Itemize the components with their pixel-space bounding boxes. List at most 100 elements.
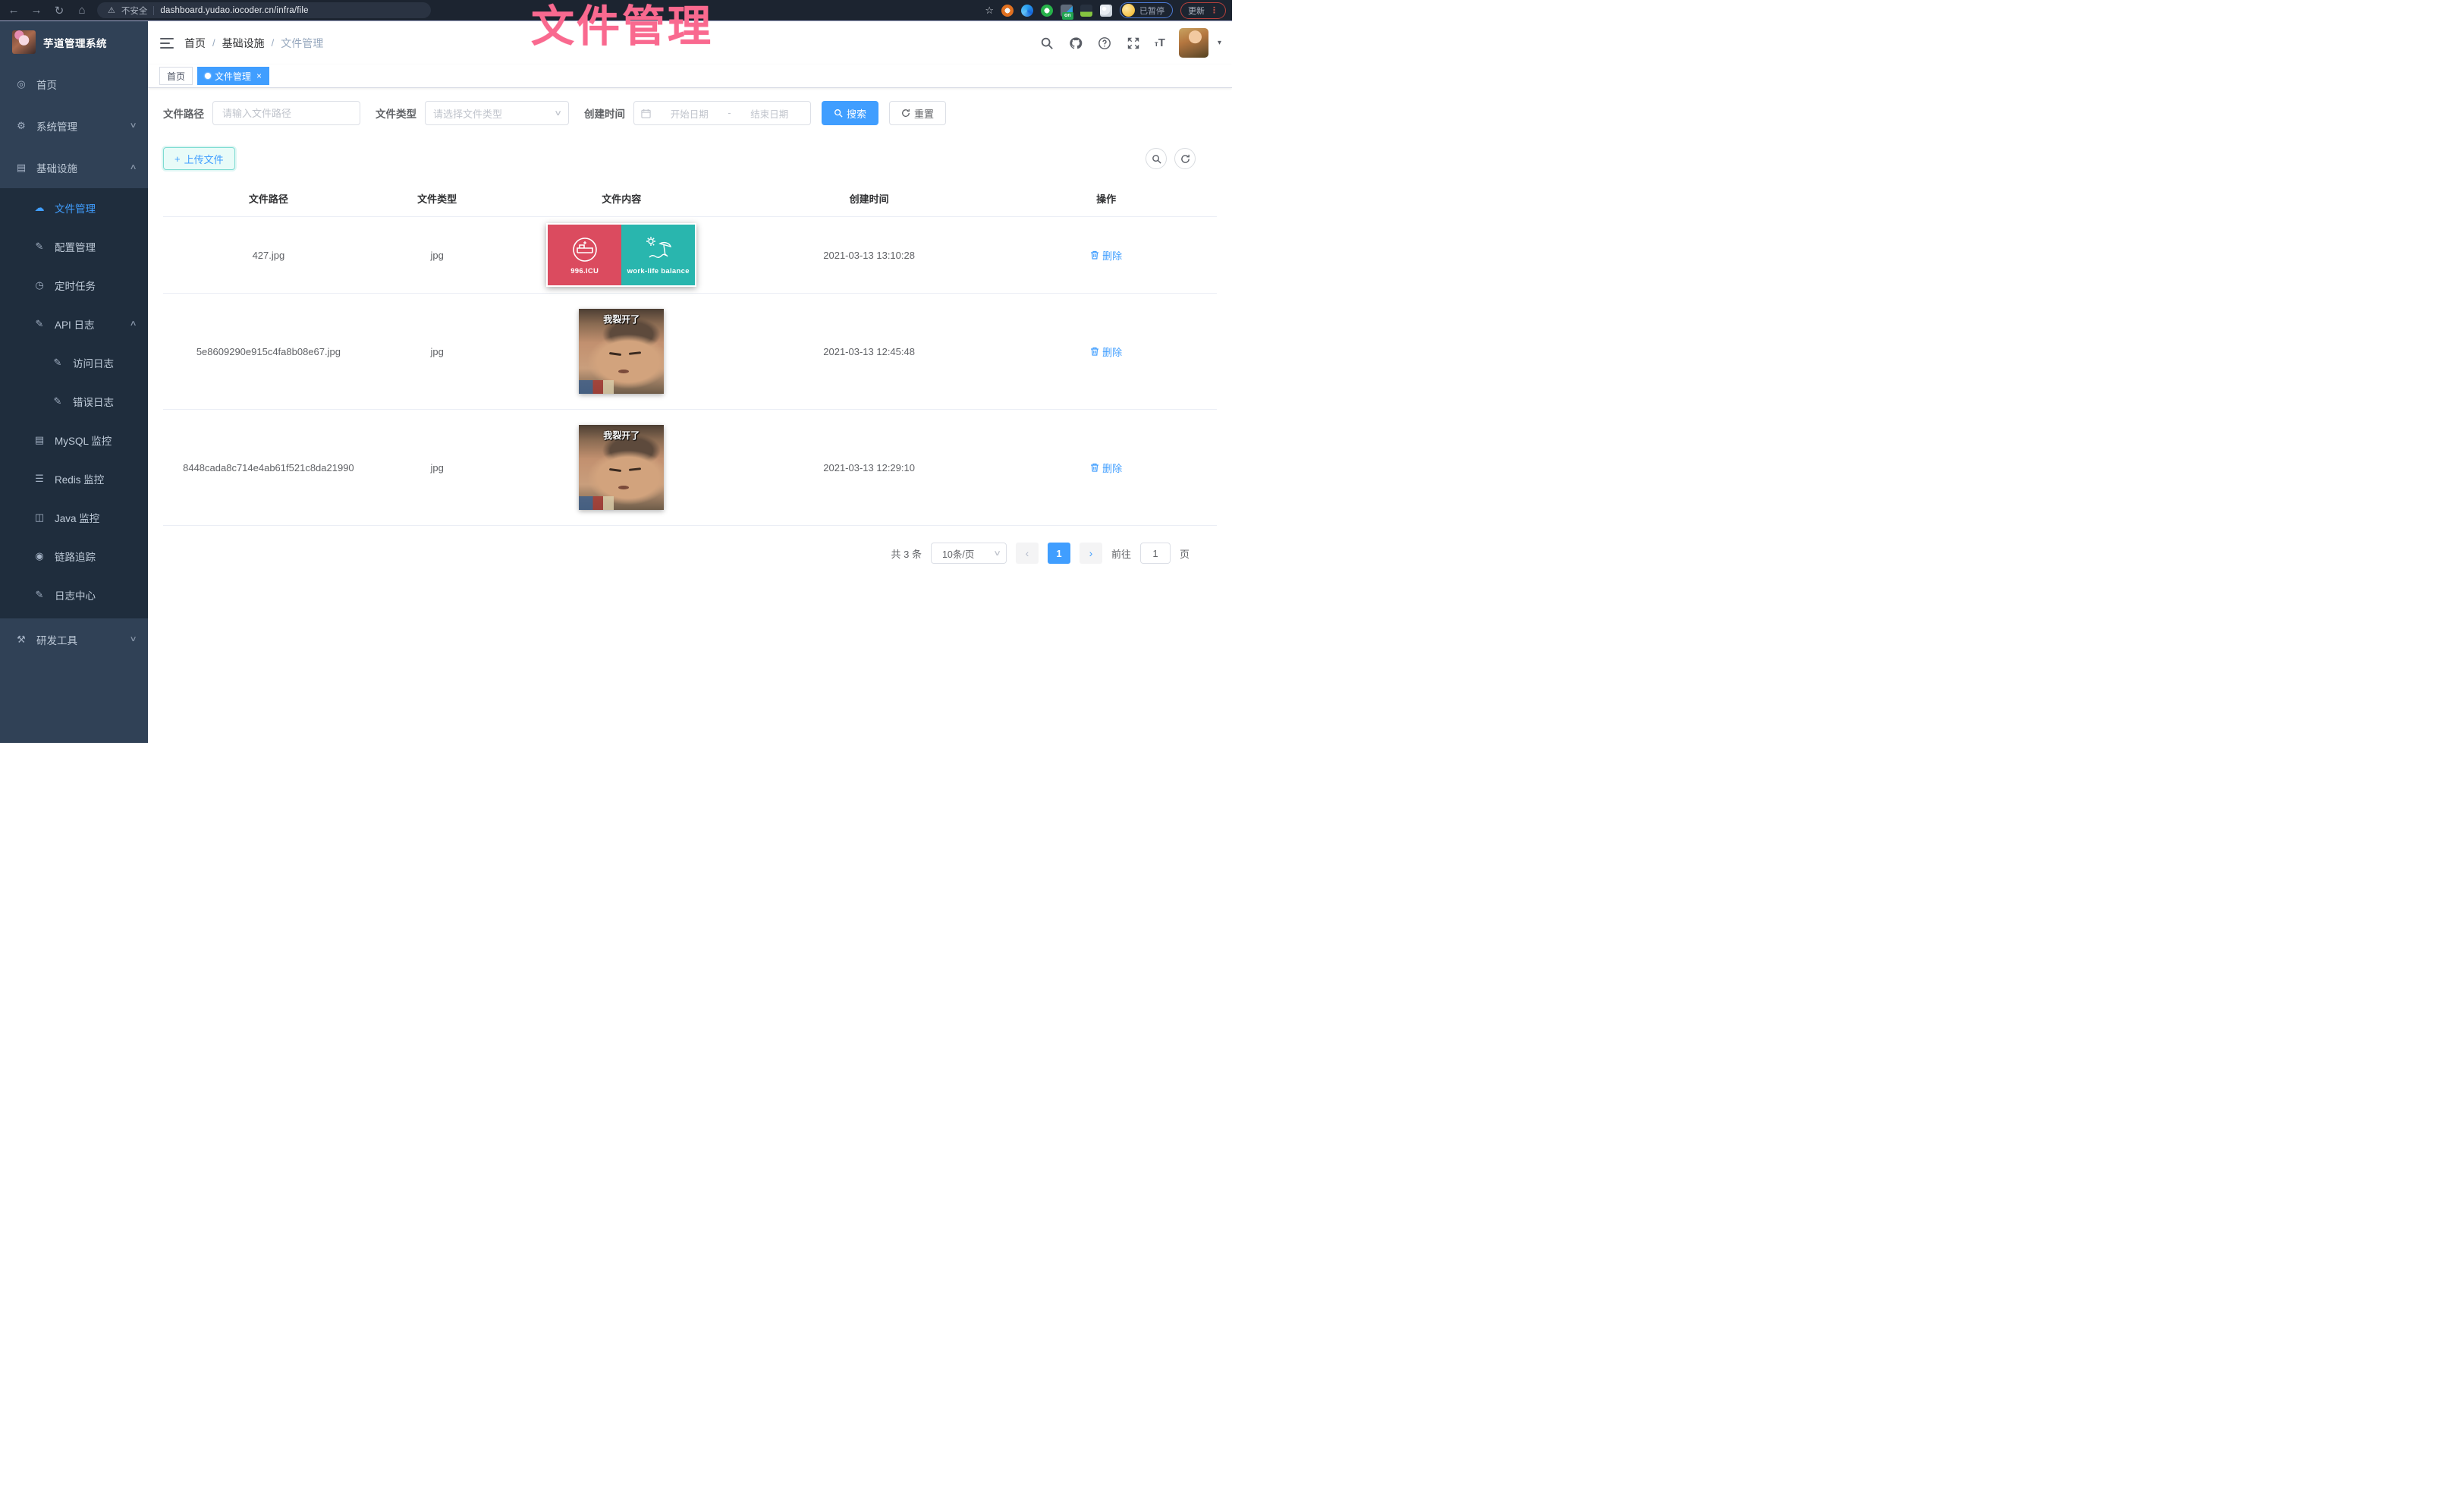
search-icon[interactable]: [1039, 36, 1054, 51]
beach-umbrella-icon: [643, 234, 674, 265]
col-create-time: 创建时间: [743, 181, 995, 216]
search-form: 文件路径 文件类型 请选择文件类型 ∨ 创建时间 开始日期 - 结束日期: [163, 101, 1217, 125]
delete-label: 删除: [1102, 461, 1122, 475]
bookmark-star-icon[interactable]: ☆: [985, 5, 994, 17]
page-suffix-label: 页: [1180, 546, 1190, 561]
breadcrumb-home[interactable]: 首页: [184, 36, 206, 51]
extension-icon-drop[interactable]: [1021, 5, 1033, 17]
sidebar-item-system-management[interactable]: ⚙ 系统管理 ∨: [0, 105, 148, 146]
col-file-type: 文件类型: [374, 181, 501, 216]
start-date-input[interactable]: 开始日期: [655, 106, 723, 121]
timer-icon: ◷: [33, 279, 46, 291]
address-bar[interactable]: ⚠ 不安全 dashboard.yudao.iocoder.cn/infra/f…: [97, 2, 431, 18]
file-preview-meme: 我裂开了: [579, 309, 664, 394]
browser-home-icon[interactable]: ⌂: [74, 4, 90, 17]
goto-page-input[interactable]: [1140, 543, 1171, 564]
chevron-down-icon: ∨: [129, 121, 137, 130]
page-size-select[interactable]: 10条/页 ∨: [931, 543, 1007, 564]
refresh-table-button[interactable]: [1174, 148, 1196, 169]
sidebar-item-label: 错误日志: [73, 394, 114, 409]
paused-label: 已暂停: [1139, 5, 1164, 17]
extensions-puzzle-icon[interactable]: [1100, 5, 1112, 17]
browser-reload-icon[interactable]: ↻: [52, 4, 67, 17]
banner-right-text: work-life balance: [627, 267, 690, 275]
extension-icon-blue[interactable]: on: [1061, 5, 1073, 17]
prev-page-button[interactable]: ‹: [1016, 543, 1039, 564]
file-preview-meme: 我裂开了: [579, 425, 664, 510]
sidebar-item-api-logs[interactable]: ✎ API 日志 ∧: [0, 304, 148, 343]
file-path-input[interactable]: [212, 101, 360, 125]
sidebar-item-redis-monitor[interactable]: ☰ Redis 监控: [0, 459, 148, 498]
help-icon[interactable]: [1097, 36, 1112, 51]
infrastructure-submenu: ☁ 文件管理 ✎ 配置管理 ◷ 定时任务 ✎ API 日志 ∧: [0, 188, 148, 618]
toggle-search-button[interactable]: [1146, 148, 1167, 169]
sidebar-item-log-center[interactable]: ✎ 日志中心: [0, 575, 148, 614]
next-page-button[interactable]: ›: [1080, 543, 1102, 564]
screen: 文件管理 ← → ↻ ⌂ ⚠ 不安全 dashboard.yudao.iocod…: [0, 0, 1232, 744]
search-icon: [1152, 154, 1161, 164]
font-size-icon[interactable]: тT: [1155, 36, 1165, 49]
sidebar-item-mysql-monitor[interactable]: ▤ MySQL 监控: [0, 420, 148, 459]
sidebar-item-label: 链路追踪: [55, 549, 96, 564]
close-icon[interactable]: ×: [256, 71, 262, 80]
app-title: 芋道管理系统: [43, 35, 107, 50]
delete-button[interactable]: 删除: [1090, 461, 1122, 475]
profile-paused-chip[interactable]: 已暂停: [1120, 2, 1173, 18]
sidebar-toggle-button[interactable]: [160, 38, 174, 49]
document-icon: ✎: [33, 318, 46, 330]
tag-file-management[interactable]: 文件管理 ×: [197, 67, 269, 85]
goto-label: 前往: [1111, 546, 1131, 561]
sidebar-item-scheduled-tasks[interactable]: ◷ 定时任务: [0, 266, 148, 304]
file-type-select[interactable]: 请选择文件类型 ∨: [425, 101, 569, 125]
search-button[interactable]: 搜索: [822, 101, 878, 125]
extension-icon-green[interactable]: [1080, 5, 1092, 17]
table-row: 8448cada8c714e4ab61f521c8da21990 jpg 我裂开…: [163, 410, 1217, 526]
sidebar-item-dev-tools[interactable]: ⚒ 研发工具 ∨: [0, 618, 148, 660]
tags-view: 首页 文件管理 ×: [148, 64, 1232, 88]
sidebar-item-trace[interactable]: ◉ 链路追踪: [0, 536, 148, 575]
browser-toolbar: ← → ↻ ⌂ ⚠ 不安全 dashboard.yudao.iocoder.cn…: [0, 0, 1232, 21]
database-icon: ▤: [33, 434, 46, 446]
browser-update-button[interactable]: 更新 ⋮: [1180, 2, 1226, 19]
delete-label: 删除: [1102, 344, 1122, 359]
github-icon[interactable]: [1068, 36, 1083, 51]
cell-file-type: jpg: [374, 456, 501, 480]
page-number-1[interactable]: 1: [1048, 543, 1070, 564]
browser-forward-icon[interactable]: →: [29, 4, 44, 17]
sidebar-item-infrastructure[interactable]: ▤ 基础设施 ∧: [0, 146, 148, 188]
date-range-picker[interactable]: 开始日期 - 结束日期: [633, 101, 811, 125]
browser-back-icon[interactable]: ←: [6, 4, 21, 17]
sidebar-item-home[interactable]: ◎ 首页: [0, 63, 148, 105]
pagination: 共 3 条 10条/页 ∨ ‹ 1 › 前往 页: [163, 543, 1217, 564]
sidebar-item-java-monitor[interactable]: ◫ Java 监控: [0, 498, 148, 536]
sidebar-item-access-logs[interactable]: ✎ 访问日志: [0, 343, 148, 382]
sidebar-logo[interactable]: 芋道管理系统: [0, 21, 148, 63]
table-row: 427.jpg jpg 996.ICU: [163, 217, 1217, 294]
sidebar-item-error-logs[interactable]: ✎ 错误日志: [0, 382, 148, 420]
caret-down-icon[interactable]: ▾: [1218, 39, 1221, 47]
meme-caption: 我裂开了: [579, 313, 664, 326]
browser-menu-icon[interactable]: ⋮: [1210, 5, 1218, 15]
tag-home[interactable]: 首页: [159, 67, 193, 85]
user-avatar[interactable]: [1179, 28, 1208, 58]
document-icon: ✎: [52, 395, 64, 407]
extension-icon-ubuntu[interactable]: [1001, 5, 1014, 17]
trash-icon: [1090, 250, 1099, 260]
sidebar: 芋道管理系统 ◎ 首页 ⚙ 系统管理 ∨ ▤ 基础设施 ∧: [0, 21, 148, 743]
fullscreen-icon[interactable]: [1126, 36, 1141, 51]
delete-button[interactable]: 删除: [1090, 344, 1122, 359]
sidebar-item-file-management[interactable]: ☁ 文件管理: [0, 188, 148, 227]
sidebar-item-config-management[interactable]: ✎ 配置管理: [0, 227, 148, 266]
reset-button[interactable]: 重置: [889, 101, 946, 125]
extension-icon-check[interactable]: [1041, 5, 1053, 17]
cell-file-path: 427.jpg: [163, 244, 374, 267]
delete-button[interactable]: 删除: [1090, 248, 1122, 263]
main-area: 首页 / 基础设施 / 文件管理: [148, 21, 1232, 743]
trash-icon: [1090, 463, 1099, 472]
file-type-placeholder: 请选择文件类型: [433, 106, 555, 121]
upload-file-button[interactable]: + 上传文件: [163, 147, 235, 170]
end-date-input[interactable]: 结束日期: [736, 106, 803, 121]
monitor-icon: ◫: [33, 511, 46, 524]
breadcrumb-separator: /: [272, 37, 275, 49]
breadcrumb-infrastructure[interactable]: 基础设施: [222, 36, 265, 51]
